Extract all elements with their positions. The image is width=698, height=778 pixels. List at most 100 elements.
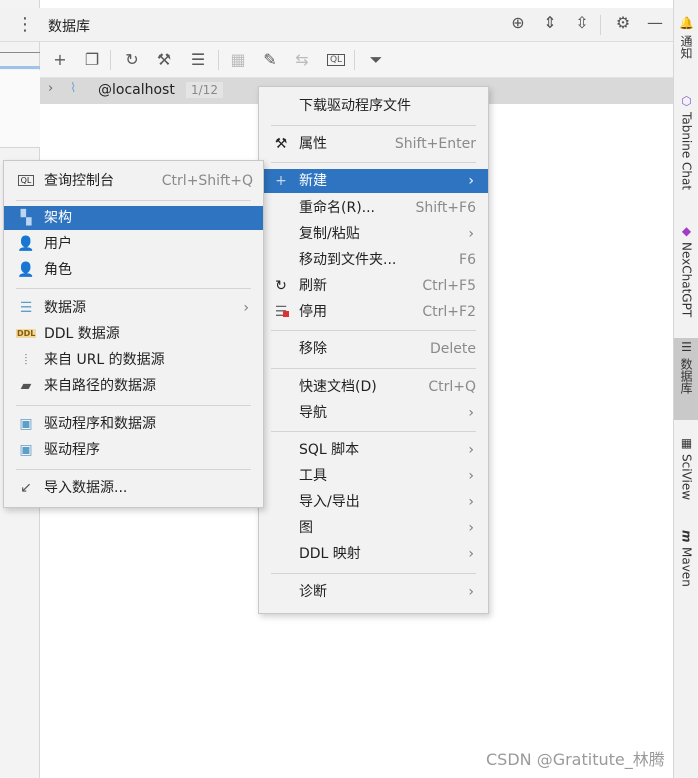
- menu-separator: [271, 162, 476, 163]
- compare-icon[interactable]: ⇆: [290, 48, 314, 72]
- context-menu: 下载驱动程序文件 ⚒ 属性 Shift+Enter + 新建 › 重命名(R).…: [258, 86, 489, 614]
- menu-item-import-export[interactable]: 导入/导出 ›: [259, 490, 488, 514]
- menu-item-shortcut: Shift+Enter: [394, 136, 476, 152]
- right-tab-nexchatgpt[interactable]: ◆ NexChatGPT: [674, 222, 698, 332]
- chevron-right-icon: ›: [468, 520, 474, 536]
- menu-item-move-to-folder[interactable]: 移动到文件夹... F6: [259, 248, 488, 272]
- menu-item-label: 停用: [299, 304, 327, 320]
- menu-item-diagram[interactable]: 图 ›: [259, 516, 488, 540]
- toolbar-separator: [218, 50, 219, 70]
- left-divider: [0, 52, 40, 53]
- chevron-right-icon[interactable]: ›: [48, 81, 53, 96]
- expand-all-icon[interactable]: ⇕: [539, 13, 561, 32]
- menu-separator: [16, 288, 251, 289]
- submenu-item-label: 查询控制台: [44, 173, 114, 189]
- menu-item-copy-paste[interactable]: 复制/粘贴 ›: [259, 222, 488, 246]
- menu-separator: [16, 469, 251, 470]
- minimize-icon[interactable]: —: [644, 13, 666, 32]
- menu-item-disable[interactable]: ☰ 停用 Ctrl+F2: [259, 300, 488, 324]
- chevron-right-icon: ›: [468, 546, 474, 562]
- toolbar-separator: [354, 50, 355, 70]
- menu-item-shortcut: Shift+F6: [415, 200, 476, 216]
- submenu-item-import-datasources[interactable]: ↙ 导入数据源...: [4, 476, 263, 500]
- watermark: CSDN @Gratitute_林腾: [486, 750, 665, 769]
- menu-separator: [271, 330, 476, 331]
- menu-item-label: DDL 映射: [299, 546, 361, 562]
- menu-item-label: 移动到文件夹...: [299, 252, 397, 268]
- right-tab-notifications[interactable]: 🔔 通知: [674, 14, 698, 74]
- submenu-item-label: 驱动程序和数据源: [44, 416, 156, 432]
- crosshair-icon[interactable]: ⊕: [507, 13, 529, 32]
- menu-item-quick-doc[interactable]: 快速文档(D) Ctrl+Q: [259, 375, 488, 399]
- menu-item-label: 导航: [299, 405, 327, 421]
- disable-datasource-icon[interactable]: ☰: [186, 48, 210, 72]
- menu-item-sql-script[interactable]: SQL 脚本 ›: [259, 438, 488, 462]
- refresh-icon[interactable]: ↻: [120, 48, 144, 72]
- submenu-item-ddl-datasource[interactable]: DDL DDL 数据源: [4, 322, 263, 346]
- folder-icon: ▰: [20, 378, 32, 394]
- right-tab-sciview[interactable]: ▦ SciView: [674, 434, 698, 516]
- chevron-right-icon: ›: [468, 584, 474, 600]
- right-tab-label: NexChatGPT: [679, 242, 694, 318]
- submenu-item-drivers-and-datasources[interactable]: ▣ 驱动程序和数据源: [4, 412, 263, 436]
- properties-icon[interactable]: ⚒: [152, 48, 176, 72]
- bell-icon: 🔔: [679, 16, 694, 31]
- menu-item-diagnostics[interactable]: 诊断 ›: [259, 580, 488, 604]
- submenu-item-url-datasource[interactable]: ⦙ 来自 URL 的数据源: [4, 348, 263, 372]
- submenu-item-datasource[interactable]: ☰ 数据源 ›: [4, 296, 263, 320]
- submenu-item-path-datasource[interactable]: ▰ 来自路径的数据源: [4, 374, 263, 398]
- right-tab-tabnine[interactable]: ⬡ Tabnine Chat: [674, 92, 698, 202]
- options-menu-icon[interactable]: ⋮: [16, 16, 34, 34]
- submenu-item-label: 来自路径的数据源: [44, 378, 156, 394]
- right-tab-label: 数据库: [679, 358, 693, 394]
- mysql-icon: ⌇: [70, 81, 77, 96]
- menu-item-new[interactable]: + 新建 ›: [264, 169, 488, 193]
- menu-item-remove[interactable]: 移除 Delete: [259, 337, 488, 361]
- settings-icon[interactable]: ⚙: [612, 13, 634, 32]
- disable-icon: ☰: [274, 304, 289, 320]
- right-tab-maven[interactable]: m Maven: [674, 528, 698, 598]
- menu-item-shortcut: F6: [459, 252, 476, 268]
- database-icon: ☰: [679, 340, 694, 354]
- menu-item-label: 移除: [299, 341, 327, 357]
- submenu-item-driver[interactable]: ▣ 驱动程序: [4, 438, 263, 462]
- menu-separator: [271, 368, 476, 369]
- copy-icon[interactable]: ❐: [80, 48, 104, 72]
- datasource-icon: ☰: [19, 300, 33, 316]
- collapse-all-icon[interactable]: ⇳: [571, 13, 593, 32]
- left-panel: [0, 70, 40, 148]
- left-selection-line: [0, 66, 40, 69]
- menu-item-ddl-mapping[interactable]: DDL 映射 ›: [259, 542, 488, 566]
- submenu-item-schema[interactable]: ▚ 架构: [4, 206, 263, 230]
- submenu-item-user[interactable]: 👤 用户: [4, 232, 263, 256]
- chevron-right-icon: ›: [243, 300, 249, 316]
- chevron-right-icon: ›: [468, 468, 474, 484]
- menu-item-download-driver[interactable]: 下载驱动程序文件: [259, 94, 488, 118]
- menu-item-refresh[interactable]: ↻ 刷新 Ctrl+F5: [259, 274, 488, 298]
- edit-icon[interactable]: ✎: [258, 48, 282, 72]
- driver-icon: ▣: [19, 416, 33, 432]
- menu-item-label: 重命名(R)...: [299, 200, 376, 216]
- submenu-item-label: 用户: [44, 236, 72, 252]
- query-console-icon[interactable]: QL: [324, 48, 348, 72]
- toolbar-separator: [110, 50, 111, 70]
- menu-item-navigate[interactable]: 导航 ›: [259, 401, 488, 425]
- menu-item-properties[interactable]: ⚒ 属性 Shift+Enter: [259, 132, 488, 156]
- menu-item-tools[interactable]: 工具 ›: [259, 464, 488, 488]
- add-icon[interactable]: +: [48, 48, 72, 72]
- import-icon: ↙: [20, 480, 32, 496]
- menu-item-label: 下载驱动程序文件: [299, 98, 411, 114]
- filter-icon[interactable]: ⏷: [364, 48, 388, 72]
- menu-item-shortcut: Ctrl+F2: [422, 304, 476, 320]
- right-tab-label: Maven: [679, 546, 694, 587]
- submenu-item-role[interactable]: 👤 角色: [4, 258, 263, 282]
- menu-item-label: 复制/粘贴: [299, 226, 360, 242]
- menu-separator: [271, 573, 476, 574]
- table-icon[interactable]: ▦: [226, 48, 250, 72]
- right-tab-database[interactable]: ☰ 数据库: [674, 338, 698, 420]
- chevron-right-icon: ›: [468, 173, 474, 189]
- menu-item-rename[interactable]: 重命名(R)... Shift+F6: [259, 196, 488, 220]
- menu-item-label: 工具: [299, 468, 327, 484]
- datasource-name: @localhost: [98, 82, 175, 98]
- submenu-item-query-console[interactable]: QL 查询控制台 Ctrl+Shift+Q: [4, 169, 263, 193]
